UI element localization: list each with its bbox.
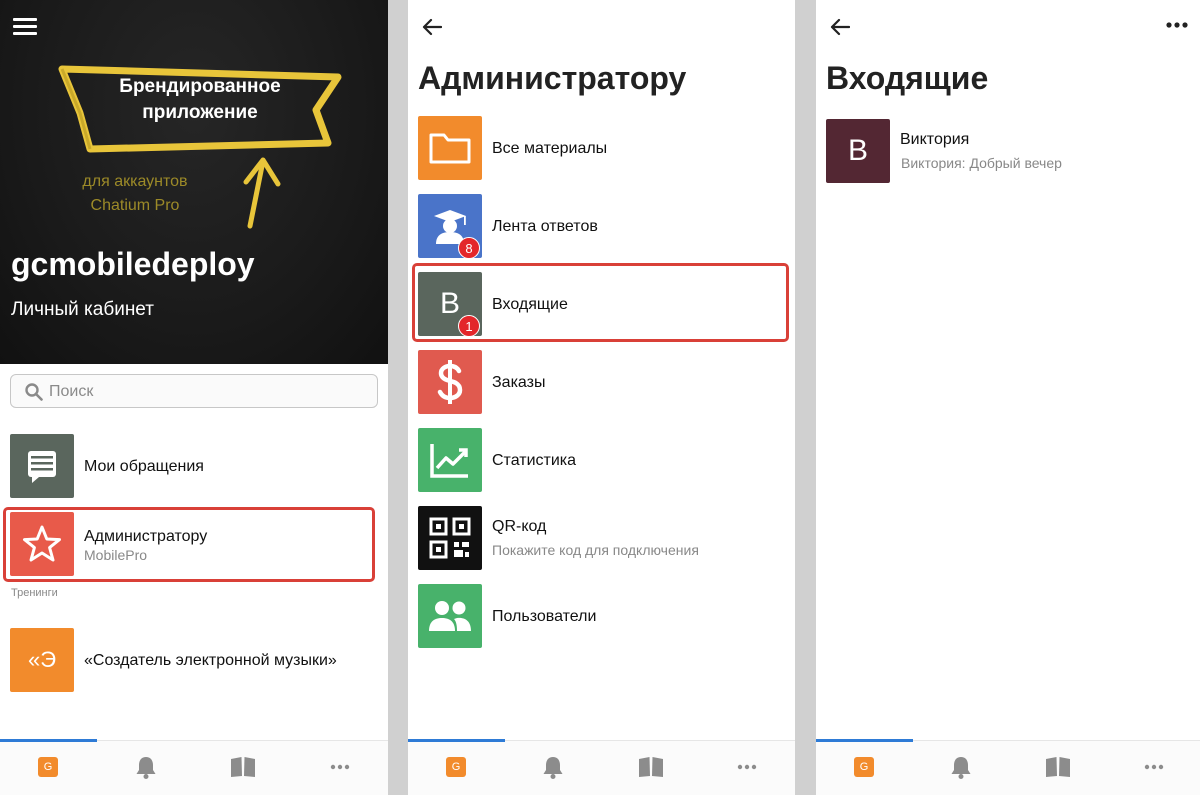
dollar-icon [418,350,482,414]
tab-indicator [408,739,505,742]
page-title: Входящие [826,60,989,96]
home-icon: G [854,757,874,777]
item-title: Статистика [492,452,577,469]
conversation-item[interactable]: В Виктория Виктория: Добрый вечер [816,119,1200,187]
section-label-trainings: Тренинги [11,587,58,599]
inbox-screen-panel: Входящие В Виктория Виктория: Добрый веч… [816,0,1200,795]
list-item-all-materials[interactable]: Все материалы [408,116,795,184]
tab-more[interactable] [326,753,354,781]
highlight-frame [412,263,789,342]
more-icon [1144,764,1164,770]
item-title: Мои обращения [84,458,204,475]
promo-text: для аккаунтов Chatium Pro [60,170,210,218]
last-message-preview: Виктория: Добрый вечер [901,155,1062,171]
list-item-statistics[interactable]: Статистика [408,428,795,496]
app-subtitle: Личный кабинет [11,299,154,320]
home-icon: G [38,757,58,777]
bell-icon [136,757,156,779]
item-title: Все материалы [492,140,608,157]
training-tile-text: «Э [27,647,57,672]
page-title: Администратору [418,60,687,96]
tab-more[interactable] [733,753,761,781]
search-field[interactable] [10,374,378,408]
book-icon [639,757,663,777]
banner-line-2: приложение [142,102,258,123]
item-title: Заказы [492,374,546,391]
list-item-training[interactable]: «Э «Создатель электронной музыки» [0,628,388,696]
contact-avatar-letter: В [847,134,868,167]
tab-library[interactable] [229,753,257,781]
bell-icon [543,757,563,779]
highlight-frame [3,507,375,582]
list-item-answers-feed[interactable]: 8 Лента ответов [408,194,795,262]
contact-avatar: В [826,119,890,183]
tab-home[interactable]: G [34,753,62,781]
list-item-qr-code[interactable]: QR-код Покажите код для подключения [408,506,795,574]
training-tile: «Э [10,628,74,692]
book-icon [1046,757,1070,777]
chat-icon [10,434,74,498]
main-screen-panel: Брендированное приложение для аккаунтов … [0,0,388,795]
tab-notifications[interactable] [947,753,975,781]
chart-icon [418,428,482,492]
tab-indicator [816,739,913,742]
hero-banner: Брендированное приложение для аккаунтов … [0,0,388,364]
tab-notifications[interactable] [132,753,160,781]
app-name: gcmobiledeploy [11,246,255,282]
search-icon [25,383,43,401]
list-item-orders[interactable]: Заказы [408,350,795,418]
more-options-icon[interactable] [1166,22,1188,28]
list-item-my-requests[interactable]: Мои обращения [0,434,388,502]
menu-icon[interactable] [13,18,37,36]
tab-library[interactable] [637,753,665,781]
tab-library[interactable] [1044,753,1072,781]
banner-text: Брендированное приложение [90,74,310,126]
tab-bar: G [816,739,1200,795]
back-arrow-icon[interactable] [830,18,850,36]
banner-line-1: Брендированное [119,76,281,97]
tab-bar: G [0,739,388,795]
bell-icon [951,757,971,779]
promo-line-1: для аккаунтов [82,173,188,190]
item-title: «Создатель электронной музыки» [84,652,337,669]
tab-notifications[interactable] [539,753,567,781]
tab-home[interactable]: G [442,753,470,781]
back-arrow-icon[interactable] [422,18,442,36]
contact-name: Виктория [900,131,970,148]
search-input[interactable] [49,379,369,404]
folder-icon [418,116,482,180]
qr-code-icon [418,506,482,570]
badge-count: 8 [458,237,480,259]
arrow-graphic [243,157,281,229]
promo-line-2: Chatium Pro [90,197,180,214]
more-icon [737,764,757,770]
home-icon: G [446,757,466,777]
item-title: Лента ответов [492,218,598,235]
tab-indicator [0,739,97,742]
book-icon [231,757,255,777]
more-icon [330,764,350,770]
item-title: Пользователи [492,608,597,625]
item-title: QR-код [492,518,547,535]
admin-screen-panel: Администратору Все материалы 8 Лента отв… [408,0,795,795]
tab-more[interactable] [1140,753,1168,781]
tab-home[interactable]: G [850,753,878,781]
item-subtitle: Покажите код для подключения [492,542,699,558]
list-item-users[interactable]: Пользователи [408,584,795,652]
users-icon [418,584,482,648]
tab-bar: G [408,739,795,795]
